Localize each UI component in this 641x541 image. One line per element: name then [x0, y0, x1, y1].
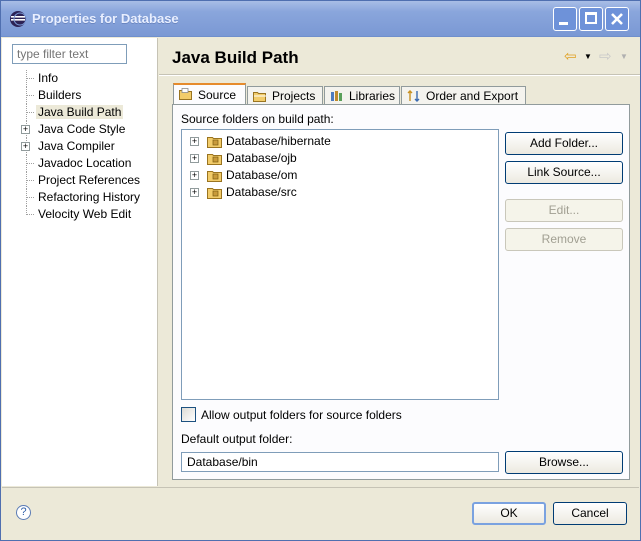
- source-tab-panel: Source folders on build path: + Database…: [172, 104, 630, 480]
- expand-icon[interactable]: +: [190, 154, 199, 163]
- tree-item-label: Java Compiler: [38, 139, 115, 153]
- expand-icon[interactable]: +: [190, 137, 199, 146]
- close-button[interactable]: [605, 7, 629, 31]
- expand-icon[interactable]: +: [190, 188, 199, 197]
- minimize-icon: [559, 22, 568, 25]
- eclipse-icon: [10, 11, 27, 27]
- tree-item[interactable]: Javadoc Location: [10, 155, 142, 172]
- properties-page: Java Build Path ⇦ ▼ ⇨ ▼ Source Projects: [159, 38, 640, 486]
- tree-item[interactable]: Info: [10, 70, 142, 87]
- tree-item[interactable]: + Java Compiler: [10, 138, 142, 155]
- tree-connector-line: [26, 78, 34, 79]
- tree-item-label: Refactoring History: [38, 190, 141, 204]
- source-folders-label: Source folders on build path:: [181, 112, 334, 126]
- maximize-icon: [585, 12, 597, 24]
- tree-item-label: Builders: [38, 88, 82, 102]
- default-output-field[interactable]: Database/bin: [181, 452, 499, 472]
- link-source-button[interactable]: Link Source...: [505, 161, 623, 184]
- tree-item-label: Java Build Path: [36, 105, 124, 119]
- forward-dropdown-icon[interactable]: ▼: [620, 52, 628, 61]
- tab-projects-label: Projects: [272, 89, 316, 103]
- package-folder-icon: [207, 171, 222, 182]
- tree-item[interactable]: Project References: [10, 172, 142, 189]
- title-separator: [159, 74, 640, 76]
- package-folder-icon: [207, 137, 222, 148]
- tab-source[interactable]: Source: [173, 83, 246, 106]
- tree-item-label: Project References: [38, 173, 141, 187]
- add-folder-button[interactable]: Add Folder...: [505, 132, 623, 155]
- back-dropdown-icon[interactable]: ▼: [584, 52, 592, 61]
- project-folder-icon: [253, 92, 266, 102]
- package-folder-icon: [207, 154, 222, 165]
- allow-output-label: Allow output folders for source folders: [201, 408, 402, 422]
- properties-dialog: Properties for Database Info Builders Java…: [0, 0, 641, 541]
- tree-connector-line: [26, 180, 34, 181]
- default-output-label: Default output folder:: [181, 432, 293, 446]
- category-tree: Info Builders Java Build Path + Java Code St…: [10, 70, 142, 223]
- tab-order-export-label: Order and Export: [426, 89, 519, 103]
- tab-order-export[interactable]: Order and Export: [401, 86, 526, 106]
- tree-item[interactable]: Builders: [10, 87, 142, 104]
- edit-button[interactable]: Edit...: [505, 199, 623, 222]
- tree-connector-line: [26, 163, 34, 164]
- list-item[interactable]: + Database/ojb: [190, 150, 297, 167]
- source-folder-label: Database/hibernate: [226, 134, 331, 148]
- tree-connector-line: [26, 95, 34, 96]
- list-item[interactable]: + Database/hibernate: [190, 133, 331, 150]
- remove-button[interactable]: Remove: [505, 228, 623, 251]
- expand-icon[interactable]: +: [21, 125, 30, 134]
- order-export-icon: [407, 90, 420, 102]
- tab-source-label: Source: [198, 88, 237, 102]
- source-folder-label: Database/src: [226, 185, 297, 199]
- expand-icon[interactable]: +: [190, 171, 199, 180]
- tree-connector-line: [26, 197, 34, 198]
- source-folder-list[interactable]: + Database/hibernate + Database/ojb + Da…: [181, 129, 499, 400]
- title-bar[interactable]: Properties for Database: [1, 1, 640, 37]
- list-item[interactable]: + Database/om: [190, 167, 297, 184]
- cancel-button[interactable]: Cancel: [553, 502, 627, 525]
- tab-libraries[interactable]: Libraries: [324, 86, 400, 106]
- list-item[interactable]: + Database/src: [190, 184, 297, 201]
- back-arrow-icon[interactable]: ⇦: [564, 47, 577, 65]
- tree-item[interactable]: Velocity Web Edit: [10, 206, 142, 223]
- tree-connector-line: [26, 214, 34, 215]
- button-bar-separator: [2, 487, 639, 488]
- source-folder-label: Database/ojb: [226, 151, 297, 165]
- tree-item[interactable]: Java Build Path: [10, 104, 142, 121]
- source-folder-label: Database/om: [226, 168, 298, 182]
- window-title: Properties for Database: [32, 11, 179, 26]
- filter-input[interactable]: [12, 44, 127, 64]
- source-folder-icon: [179, 88, 192, 100]
- maximize-button[interactable]: [579, 7, 603, 31]
- forward-arrow-icon[interactable]: ⇨: [599, 47, 612, 65]
- minimize-button[interactable]: [553, 7, 577, 31]
- page-title: Java Build Path: [172, 48, 299, 67]
- category-panel: Info Builders Java Build Path + Java Code St…: [2, 38, 158, 486]
- browse-button[interactable]: Browse...: [505, 451, 623, 474]
- allow-output-checkbox[interactable]: [181, 407, 196, 422]
- ok-button[interactable]: OK: [472, 502, 546, 525]
- tree-item-label: Java Code Style: [38, 122, 126, 136]
- package-folder-icon: [207, 188, 222, 199]
- tree-item-label: Javadoc Location: [38, 156, 132, 170]
- close-icon: [611, 13, 623, 25]
- libraries-icon: [331, 91, 342, 101]
- tab-libraries-label: Libraries: [349, 89, 396, 103]
- tree-item[interactable]: Refactoring History: [10, 189, 142, 206]
- tree-item-label: Velocity Web Edit: [38, 207, 132, 221]
- tab-projects[interactable]: Projects: [247, 86, 323, 106]
- tree-item-label: Info: [38, 71, 59, 85]
- tree-connector-line: [26, 112, 34, 113]
- expand-icon[interactable]: +: [21, 142, 30, 151]
- help-icon[interactable]: ?: [16, 505, 31, 520]
- tree-item[interactable]: + Java Code Style: [10, 121, 142, 138]
